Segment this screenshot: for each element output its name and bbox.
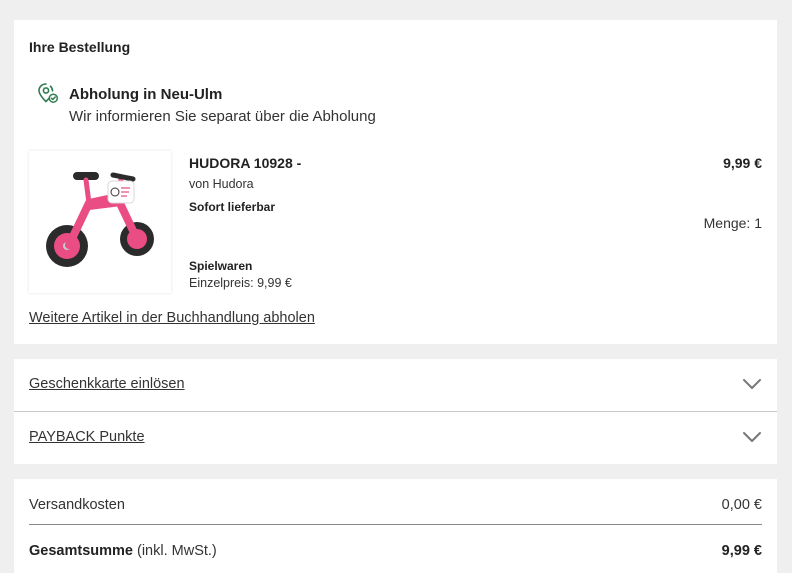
product-image[interactable] (29, 151, 171, 293)
product-name[interactable]: HUDORA 10928 - (189, 155, 301, 171)
divider (29, 524, 762, 525)
chevron-down-icon[interactable] (743, 378, 761, 390)
product-quantity: Menge: 1 (703, 215, 762, 231)
giftcard-accordion[interactable]: Geschenkkarte einlösen (14, 359, 777, 411)
product-price: 9,99 € (723, 155, 762, 171)
map-pin-check-icon (38, 83, 59, 103)
actions-card: Geschenkkarte einlösen PAYBACK Punkte (14, 359, 777, 464)
payback-label[interactable]: PAYBACK Punkte (29, 429, 145, 445)
order-title: Ihre Bestellung (29, 39, 131, 55)
product-brand: von Hudora (189, 177, 254, 191)
pickup-subtitle: Wir informieren Sie separat über die Abh… (69, 108, 376, 125)
giftcard-label[interactable]: Geschenkkarte einlösen (29, 376, 185, 392)
product-unit-price: Einzelpreis: 9,99 € (189, 276, 292, 290)
shipping-value: 0,00 € (721, 497, 762, 513)
summary-card: Versandkosten 0,00 € Gesamtsumme (inkl. … (14, 479, 777, 573)
payback-accordion[interactable]: PAYBACK Punkte (14, 412, 777, 464)
product-category: Spielwaren (189, 259, 253, 273)
pickup-title: Abholung in Neu-Ulm (69, 86, 223, 103)
total-label-text: Gesamtsumme (29, 543, 133, 559)
shipping-label: Versandkosten (29, 497, 125, 513)
chevron-down-icon[interactable] (743, 431, 761, 443)
total-label-suffix: (inkl. MwSt.) (132, 543, 217, 559)
order-card: Ihre Bestellung Abholung in Neu-Ulm Wir … (14, 20, 777, 344)
product-availability: Sofort lieferbar (189, 200, 276, 214)
more-items-pickup-link[interactable]: Weitere Artikel in der Buchhandlung abho… (29, 310, 315, 326)
balance-bike-image (46, 172, 154, 267)
total-value: 9,99 € (721, 543, 762, 559)
total-label: Gesamtsumme (inkl. MwSt.) (29, 543, 217, 559)
